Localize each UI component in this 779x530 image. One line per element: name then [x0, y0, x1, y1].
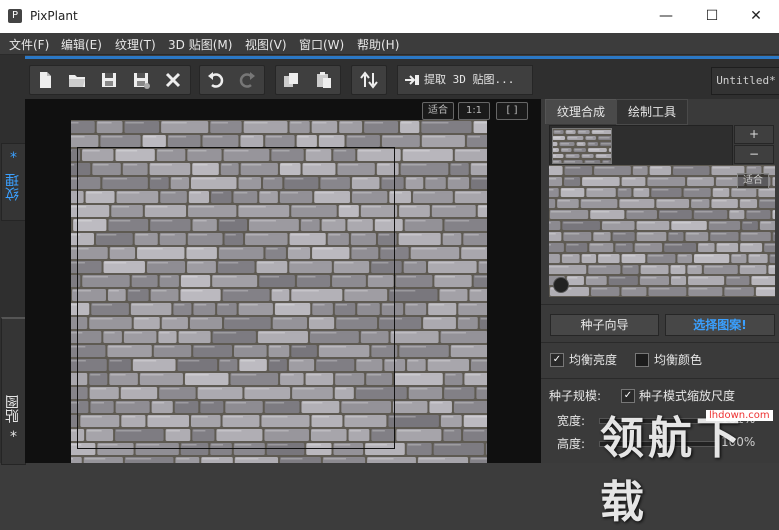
seed-thumbnail[interactable]: [552, 128, 612, 164]
menu-edit[interactable]: 编辑(E): [61, 36, 102, 53]
seed-thumbnail-strip: [549, 125, 733, 167]
add-seed-button[interactable]: +: [734, 125, 774, 144]
close-document-button[interactable]: [158, 66, 188, 94]
balance-brightness-checkbox[interactable]: ✓: [550, 353, 564, 367]
history-tool-group: [199, 65, 265, 95]
undo-icon: [206, 71, 224, 89]
app-logo-icon: P: [8, 9, 22, 23]
panel-divider: [541, 304, 779, 305]
save-icon: [100, 71, 118, 89]
new-file-icon: [36, 71, 54, 89]
close-x-icon: [164, 71, 182, 89]
seed-wizard-button[interactable]: 种子向导: [550, 314, 659, 336]
redo-icon: [239, 71, 257, 89]
paste-button[interactable]: [309, 66, 339, 94]
preview-fit-button[interactable]: 适合: [737, 173, 769, 189]
undo-button[interactable]: [200, 66, 230, 94]
menu-file[interactable]: 文件(F): [9, 36, 49, 53]
save-as-icon: [132, 71, 150, 89]
menu-window[interactable]: 窗口(W): [299, 36, 344, 53]
swap-icon: [360, 71, 378, 89]
side-tab-texture-label: 纹理: [5, 167, 22, 207]
copy-button[interactable]: [276, 66, 306, 94]
height-label: 高度:: [557, 435, 585, 452]
copy-icon: [282, 71, 300, 89]
file-tool-group: [29, 65, 191, 95]
site-watermark: 领航下载: [600, 402, 779, 530]
toolbar: 提取 3D 贴图... Untitled*: [25, 56, 779, 99]
swap-button[interactable]: [354, 66, 384, 94]
close-window-button[interactable]: ✕: [733, 0, 779, 33]
seed-scale-mode-checkbox[interactable]: ✓: [621, 389, 635, 403]
save-button[interactable]: [94, 66, 124, 94]
seed-thumbnail-image: [553, 129, 611, 163]
menu-help[interactable]: 帮助(H): [357, 36, 399, 53]
menu-3d-map[interactable]: 3D 贴图(M): [168, 36, 232, 53]
window-title: PixPlant: [30, 9, 78, 23]
extract-3d-map-button[interactable]: 提取 3D 贴图...: [397, 65, 533, 95]
side-tab-map[interactable]: 贴图 *: [1, 317, 26, 465]
site-watermark-url: lhdown.com: [706, 410, 773, 421]
seed-preview[interactable]: 适合: [549, 165, 775, 297]
width-label: 宽度:: [557, 412, 585, 429]
stone-texture-image: [71, 120, 487, 463]
panel-divider: [541, 342, 779, 343]
menu-texture[interactable]: 纹理(T): [115, 36, 156, 53]
remove-seed-button[interactable]: −: [734, 145, 774, 164]
zoom-fit-button[interactable]: 适合: [422, 102, 454, 120]
tab-texture-synthesis[interactable]: 纹理合成: [545, 99, 617, 124]
maximize-button[interactable]: ☐: [689, 0, 735, 33]
clipboard-tool-group: [275, 65, 341, 95]
side-tab-map-label: 贴图: [5, 389, 22, 429]
menu-bar: 文件(F) 编辑(E) 纹理(T) 3D 贴图(M) 视图(V) 窗口(W) 帮…: [0, 33, 779, 55]
paste-icon: [315, 71, 333, 89]
open-folder-icon: [68, 71, 86, 89]
document-name-tab[interactable]: Untitled*: [711, 67, 779, 95]
balance-brightness-label: 均衡亮度: [569, 351, 617, 368]
title-bar: P PixPlant — ☐ ✕: [0, 0, 779, 33]
zoom-frame-button[interactable]: [ ]: [496, 102, 528, 120]
side-tab-texture[interactable]: * 纹理: [1, 143, 26, 221]
new-file-button[interactable]: [30, 66, 60, 94]
balance-color-label: 均衡颜色: [654, 351, 702, 368]
texture-canvas[interactable]: 适合 1:1 [ ]: [25, 99, 541, 463]
preview-eye-icon[interactable]: [553, 277, 569, 293]
side-tab-texture-marker: *: [2, 150, 25, 167]
panel-divider: [541, 378, 779, 379]
extract-arrow-icon: [404, 72, 420, 88]
swap-tool-group: [351, 65, 387, 95]
redo-button[interactable]: [233, 66, 263, 94]
open-button[interactable]: [62, 66, 92, 94]
left-side-strip: * 纹理 贴图 *: [0, 55, 25, 463]
extract-3d-map-label: 提取 3D 贴图...: [424, 66, 514, 94]
seed-scale-label: 种子规模:: [549, 387, 601, 404]
tab-drawing-tools[interactable]: 绘制工具: [616, 99, 688, 125]
choose-pattern-button[interactable]: 选择图案!: [665, 314, 775, 336]
zoom-1-1-button[interactable]: 1:1: [458, 102, 490, 120]
save-as-button[interactable]: [126, 66, 156, 94]
menu-view[interactable]: 视图(V): [245, 36, 287, 53]
minimize-button[interactable]: —: [643, 0, 689, 33]
stone-wall-texture: [71, 120, 487, 463]
side-tab-map-marker: *: [2, 429, 25, 446]
balance-color-checkbox[interactable]: [635, 353, 649, 367]
